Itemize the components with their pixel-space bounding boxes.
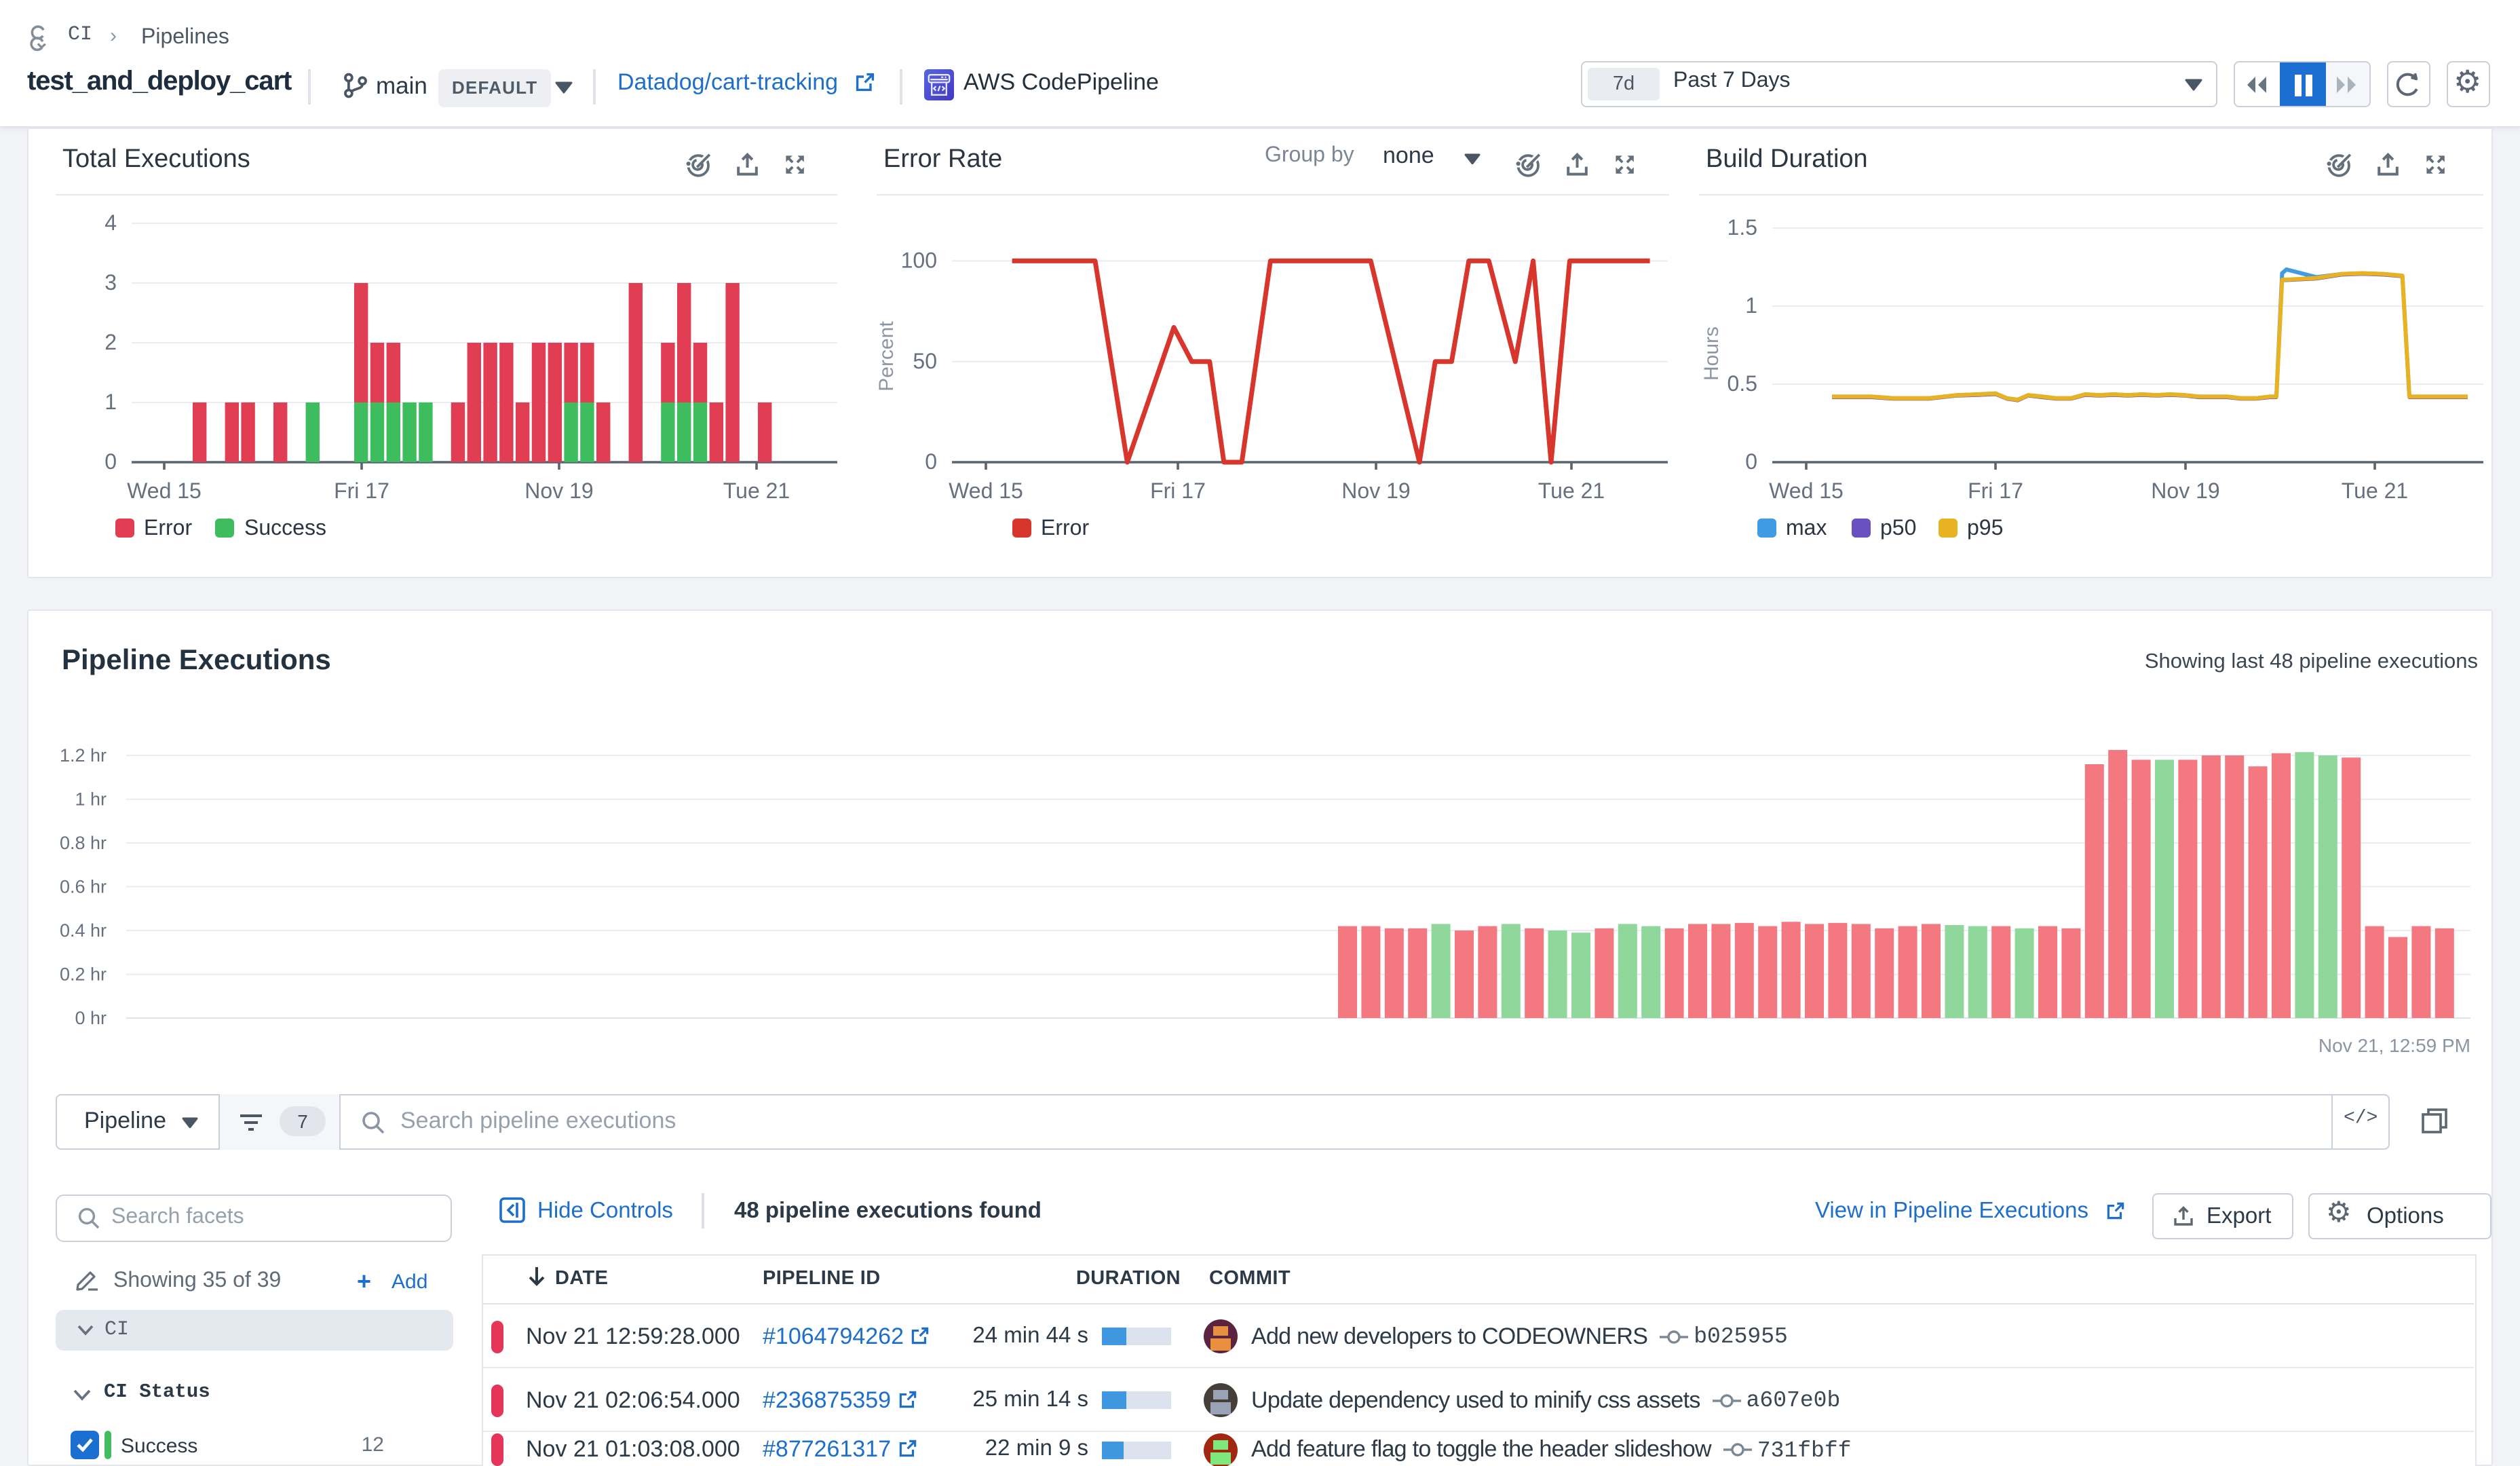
svg-text:Nov 19: Nov 19 bbox=[524, 478, 593, 503]
svg-text:Hours: Hours bbox=[1700, 326, 1723, 381]
svg-text:Wed 15: Wed 15 bbox=[127, 478, 202, 503]
svg-text:0: 0 bbox=[104, 449, 117, 474]
svg-text:Tue 21: Tue 21 bbox=[723, 478, 790, 503]
svg-text:Success: Success bbox=[244, 515, 326, 540]
svg-text:50: 50 bbox=[913, 349, 937, 373]
svg-text:Tue 21: Tue 21 bbox=[1538, 478, 1605, 503]
svg-text:p50: p50 bbox=[1880, 515, 1916, 540]
svg-text:max: max bbox=[1786, 515, 1827, 540]
svg-text:0.6 hr: 0.6 hr bbox=[60, 877, 107, 897]
svg-text:0: 0 bbox=[1745, 449, 1757, 474]
svg-text:4: 4 bbox=[104, 210, 117, 235]
svg-text:2: 2 bbox=[104, 330, 117, 354]
svg-text:0.8 hr: 0.8 hr bbox=[60, 833, 107, 853]
svg-text:0.5: 0.5 bbox=[1727, 371, 1757, 396]
svg-text:1.5: 1.5 bbox=[1727, 215, 1757, 240]
svg-text:Fri 17: Fri 17 bbox=[334, 478, 389, 503]
svg-text:Nov 19: Nov 19 bbox=[2151, 478, 2219, 503]
svg-text:0.4 hr: 0.4 hr bbox=[60, 920, 107, 941]
svg-text:Nov 19: Nov 19 bbox=[1341, 478, 1410, 503]
svg-text:Error: Error bbox=[144, 515, 192, 540]
svg-text:0.2 hr: 0.2 hr bbox=[60, 964, 107, 984]
svg-text:0 hr: 0 hr bbox=[75, 1008, 107, 1028]
svg-text:1: 1 bbox=[104, 390, 117, 414]
svg-text:Wed 15: Wed 15 bbox=[949, 478, 1023, 503]
svg-text:Percent: Percent bbox=[875, 321, 898, 392]
svg-text:Wed 15: Wed 15 bbox=[1769, 478, 1844, 503]
svg-text:Fri 17: Fri 17 bbox=[1968, 478, 2023, 503]
svg-text:1: 1 bbox=[1745, 293, 1757, 318]
svg-text:3: 3 bbox=[104, 270, 117, 295]
svg-text:1 hr: 1 hr bbox=[75, 789, 107, 809]
svg-text:Error: Error bbox=[1041, 515, 1089, 540]
svg-text:Fri 17: Fri 17 bbox=[1150, 478, 1206, 503]
svg-text:p95: p95 bbox=[1967, 515, 2003, 540]
svg-text:100: 100 bbox=[901, 248, 937, 272]
svg-text:1.2 hr: 1.2 hr bbox=[60, 745, 107, 766]
svg-text:0: 0 bbox=[925, 449, 937, 474]
svg-text:Tue 21: Tue 21 bbox=[2342, 478, 2408, 503]
svg-text:Nov 21, 12:59 PM: Nov 21, 12:59 PM bbox=[2318, 1035, 2470, 1056]
